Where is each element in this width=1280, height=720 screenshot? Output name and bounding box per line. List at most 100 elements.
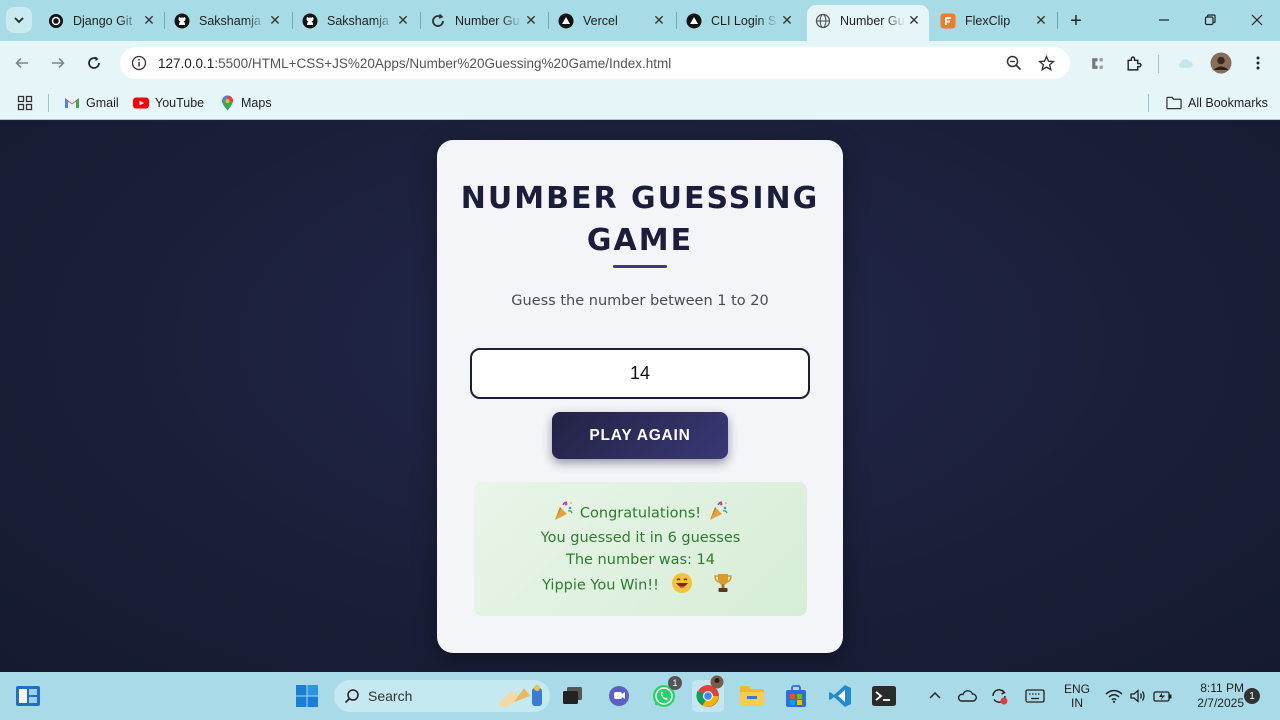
apps-button[interactable] [17, 92, 33, 114]
forward-button[interactable] [45, 50, 71, 76]
copilot-extension-button[interactable] [1084, 50, 1110, 76]
widgets-button[interactable] [12, 680, 44, 712]
result-line4-text: Yippie You Win!! [542, 577, 659, 594]
bookmarks-bar: Gmail YouTube Maps All Bookmarks [0, 85, 1280, 120]
windows-logo-icon [296, 685, 318, 707]
bookmark-star-button[interactable] [1033, 50, 1059, 76]
youtube-icon [133, 95, 149, 111]
chevron-up-icon [929, 691, 941, 699]
browser-menu-button[interactable] [1245, 50, 1271, 76]
close-icon[interactable]: ✕ [522, 12, 540, 30]
guess-input[interactable] [470, 348, 810, 399]
whatsapp-button[interactable]: 1 [648, 676, 682, 712]
site-info-icon[interactable] [129, 53, 149, 73]
bookmark-separator [48, 94, 49, 112]
clock-time: 8:11 PM [1200, 681, 1244, 695]
tab-label: Number Gu [840, 13, 905, 28]
cloud-icon [1178, 58, 1193, 68]
zoom-button[interactable] [1001, 50, 1027, 76]
arrow-left-icon [15, 57, 28, 69]
tab-number-guessing-active[interactable]: Number Gu ✕ [807, 5, 929, 41]
close-icon[interactable]: ✕ [266, 12, 284, 30]
terminal-button[interactable] [868, 680, 900, 712]
close-icon[interactable]: ✕ [650, 12, 668, 30]
bookmark-gmail[interactable]: Gmail [64, 92, 119, 114]
chrome-button[interactable] [692, 675, 724, 712]
address-bar[interactable]: 127.0.0.1:5500/HTML+CSS+JS%20Apps/Number… [120, 47, 1070, 79]
reload-icon [88, 56, 100, 69]
close-icon[interactable]: ✕ [1032, 12, 1050, 30]
back-button[interactable] [9, 50, 35, 76]
language-indicator[interactable]: ENG IN [1062, 682, 1092, 710]
file-explorer-button[interactable] [736, 680, 768, 712]
microsoft-store-button[interactable] [780, 680, 812, 712]
tab-github-1[interactable]: Sakshamja ✕ [166, 6, 290, 35]
close-window-button[interactable] [1245, 8, 1269, 32]
github-sync-icon [430, 13, 446, 29]
start-button[interactable] [291, 680, 323, 712]
browser-toolbar: 127.0.0.1:5500/HTML+CSS+JS%20Apps/Number… [0, 41, 1280, 85]
close-icon[interactable]: ✕ [905, 12, 923, 30]
volume-button[interactable] [1128, 684, 1148, 708]
tab-separator [1057, 12, 1058, 29]
onedrive-button[interactable] [956, 684, 978, 708]
github-icon [302, 13, 318, 29]
new-tab-button[interactable]: + [1064, 9, 1088, 33]
battery-button[interactable] [1152, 684, 1174, 708]
profile-avatar[interactable] [1208, 50, 1234, 76]
battery-charging-icon [1153, 691, 1172, 702]
teams-button[interactable] [603, 680, 635, 712]
vercel-icon [558, 13, 574, 29]
system-clock[interactable]: 8:11 PM 2/7/2025 [1182, 681, 1244, 711]
language-code: ENG [1063, 682, 1090, 696]
keyboard-button[interactable] [1024, 684, 1046, 708]
sync-icon [992, 689, 1008, 705]
restore-button[interactable] [1198, 8, 1222, 32]
close-icon[interactable]: ✕ [394, 12, 412, 30]
extensions-button[interactable] [1120, 50, 1146, 76]
play-again-button[interactable]: PLAY AGAIN [552, 412, 728, 459]
chevron-down-icon [14, 17, 24, 24]
tab-django[interactable]: Django Git ✕ [40, 6, 164, 35]
url-host: 127.0.0.1 [158, 55, 215, 71]
tab-github-2[interactable]: Sakshamja ✕ [294, 6, 418, 35]
openai-icon [48, 13, 64, 29]
taskbar-search-box[interactable]: Search [334, 680, 550, 712]
notification-badge[interactable]: 1 [1244, 688, 1260, 704]
wifi-button[interactable] [1104, 684, 1124, 708]
puzzle-icon [1126, 56, 1142, 71]
tab-separator [548, 12, 549, 29]
tab-flexclip[interactable]: FlexClip ✕ [932, 6, 1056, 35]
tab-label: Sakshamja [327, 13, 389, 28]
show-hidden-icons-button[interactable] [926, 684, 944, 708]
tab-label: Sakshamja [199, 13, 261, 28]
vscode-icon [829, 685, 851, 707]
terminal-icon [872, 686, 896, 706]
bookmark-youtube[interactable]: YouTube [133, 92, 204, 114]
tab-separator [420, 12, 421, 29]
toolbar-separator [1158, 55, 1159, 73]
globe-icon [815, 13, 831, 29]
sync-button[interactable] [1172, 50, 1198, 76]
tab-label: FlexClip [965, 13, 1011, 28]
all-bookmarks-button[interactable]: All Bookmarks [1166, 92, 1268, 114]
vercel-icon [686, 13, 702, 29]
result-line-number: The number was: 14 [565, 552, 716, 568]
minimize-button[interactable] [1152, 8, 1176, 32]
bookmark-maps[interactable]: Maps [219, 92, 272, 114]
game-card: NUMBER GUESSING GAME Guess the number be… [437, 140, 843, 653]
sync-status-button[interactable] [988, 684, 1010, 708]
close-icon[interactable]: ✕ [140, 12, 158, 30]
task-view-button[interactable] [557, 680, 589, 712]
tab-cli-login[interactable]: CLI Login S ✕ [678, 6, 802, 35]
trophy-icon [713, 572, 733, 599]
reload-button[interactable] [81, 50, 107, 76]
browser-tab-strip: Django Git ✕ Sakshamja ✕ Sakshamja ✕ Num… [0, 0, 1280, 41]
tab-search-button[interactable] [6, 7, 32, 33]
tab-vercel[interactable]: Vercel ✕ [550, 6, 674, 35]
extension-logo-icon [1091, 57, 1103, 69]
zoom-out-icon [1006, 55, 1022, 71]
close-icon[interactable]: ✕ [778, 12, 796, 30]
vscode-button[interactable] [824, 680, 856, 712]
tab-number-guessing-github[interactable]: Number Gu ✕ [422, 6, 546, 35]
